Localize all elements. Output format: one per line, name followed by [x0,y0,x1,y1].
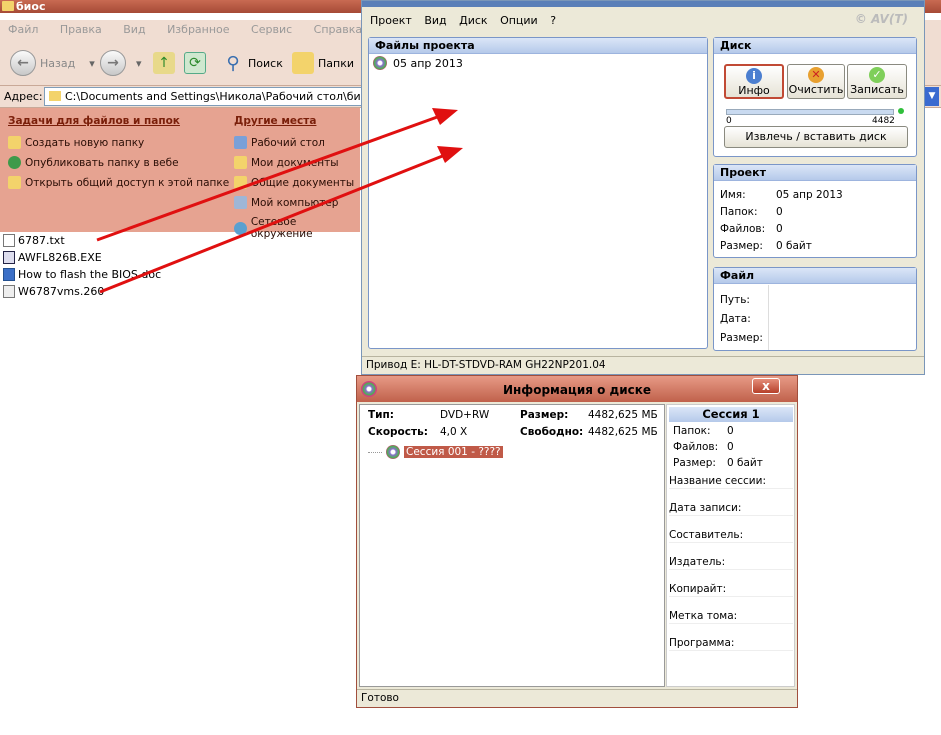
annotation-arrows [96,108,463,294]
